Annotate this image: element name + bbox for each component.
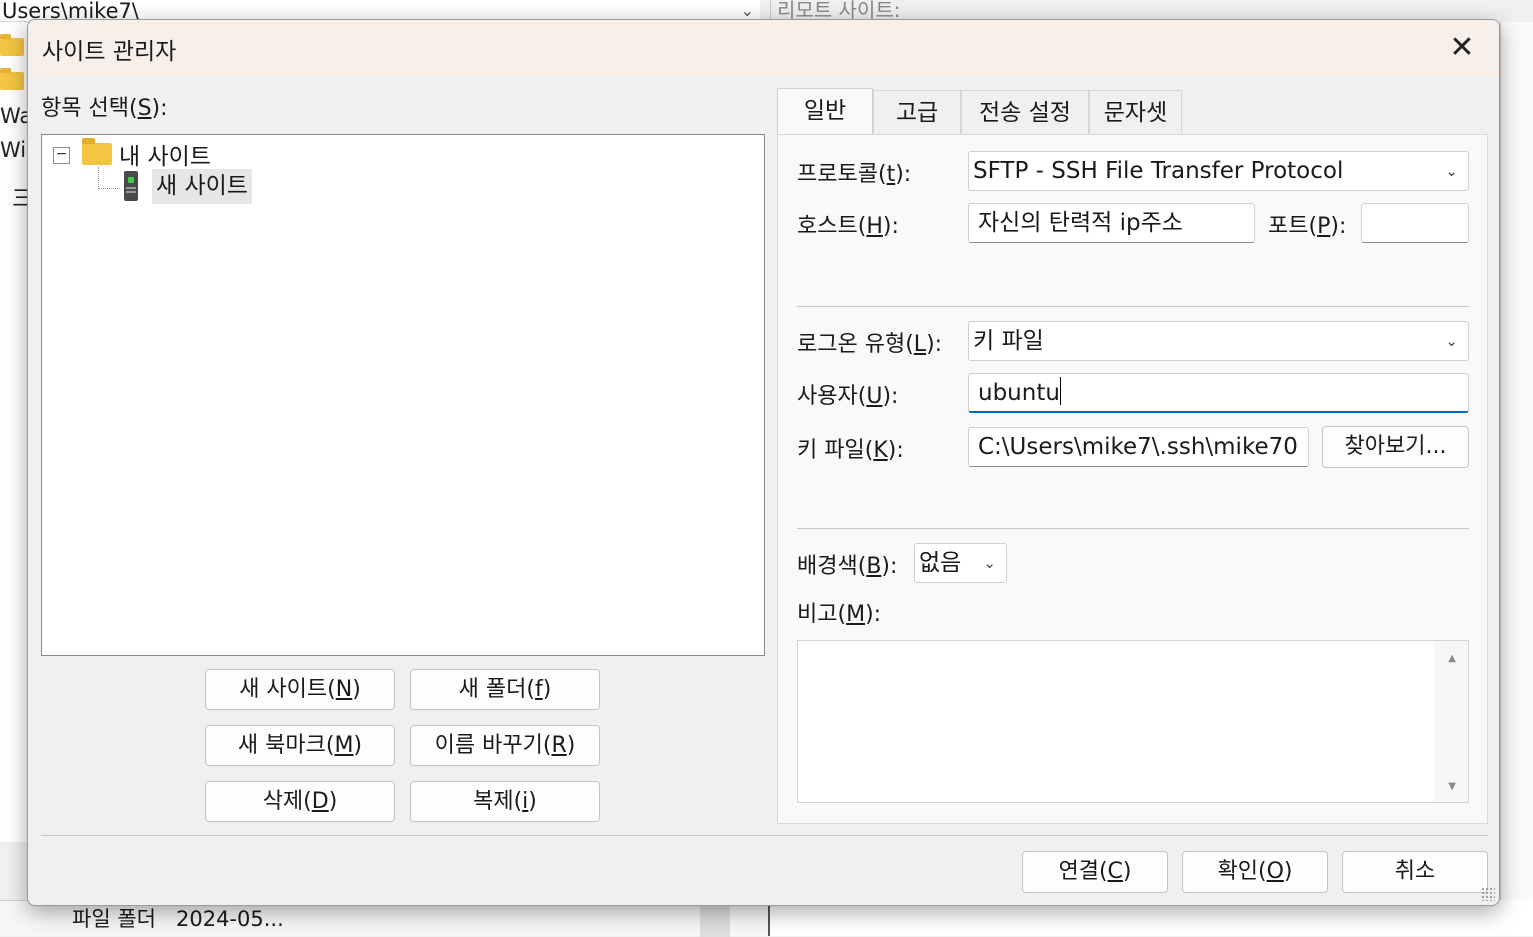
cancel-button[interactable]: 취소 bbox=[1342, 851, 1488, 893]
divider bbox=[41, 835, 1488, 836]
user-input[interactable]: ubuntu bbox=[968, 373, 1469, 413]
background-color-label: 배경색(B): bbox=[797, 554, 898, 579]
memo-scrollbar[interactable]: ▲ ▼ bbox=[1434, 641, 1468, 802]
rename-button[interactable]: 이름 바꾸기(R) bbox=[410, 725, 600, 766]
background-color-select[interactable]: 없음 ⌄ bbox=[914, 543, 1007, 583]
host-label: 호스트(H): bbox=[797, 214, 899, 239]
local-tree-strip: Wa Wi 三 bbox=[0, 22, 33, 842]
tree-line bbox=[98, 188, 120, 189]
new-bookmark-button[interactable]: 새 북마크(M) bbox=[205, 725, 395, 766]
close-icon[interactable]: ✕ bbox=[1439, 26, 1485, 70]
protocol-value: SFTP - SSH File Transfer Protocol bbox=[973, 158, 1344, 184]
browse-button[interactable]: 찾아보기... bbox=[1322, 426, 1469, 468]
file-row-text: 파일 폴더 2024-05... bbox=[72, 907, 284, 931]
remote-pane-strip bbox=[1500, 22, 1533, 900]
site-tree[interactable]: − 내 사이트 새 사이트 bbox=[41, 134, 765, 656]
select-entry-label: 항목 선택(S): bbox=[41, 96, 168, 121]
key-file-label: 키 파일(K): bbox=[797, 438, 904, 463]
scrollbar[interactable] bbox=[700, 901, 730, 937]
host-input[interactable]: 자신의 탄력적 ip주소 bbox=[968, 203, 1255, 243]
tab-general[interactable]: 일반 bbox=[777, 88, 873, 134]
background-color-value: 없음 bbox=[919, 550, 962, 576]
folder-icon bbox=[82, 138, 112, 165]
chevron-down-icon: ⌄ bbox=[1445, 162, 1458, 180]
delete-button[interactable]: 삭제(D) bbox=[205, 781, 395, 822]
connect-button[interactable]: 연결(C) bbox=[1022, 851, 1168, 893]
tree-item-my-sites[interactable]: 내 사이트 bbox=[119, 137, 211, 171]
scroll-up-icon[interactable]: ▲ bbox=[1448, 653, 1456, 664]
folder-icon bbox=[0, 34, 24, 56]
dialog-title: 사이트 관리자 bbox=[42, 39, 177, 65]
divider bbox=[797, 528, 1469, 529]
scroll-down-icon[interactable]: ▼ bbox=[1448, 781, 1456, 792]
site-manager-dialog: 사이트 관리자 ✕ 항목 선택(S): − 내 사이트 새 사이트 새 사이트(… bbox=[27, 19, 1500, 906]
logon-type-select[interactable]: 키 파일 ⌄ bbox=[968, 321, 1469, 361]
memo-label: 비고(M): bbox=[797, 602, 882, 627]
chevron-down-icon: ⌄ bbox=[1445, 332, 1458, 350]
new-site-button[interactable]: 새 사이트(N) bbox=[205, 669, 395, 710]
port-label: 포트(P): bbox=[1268, 214, 1347, 239]
duplicate-button[interactable]: 복제(i) bbox=[410, 781, 600, 822]
port-input[interactable] bbox=[1361, 203, 1469, 243]
tree-line bbox=[98, 167, 99, 189]
user-label: 사용자(U): bbox=[797, 384, 899, 409]
title-bar: 사이트 관리자 ✕ bbox=[28, 20, 1499, 76]
logon-type-value: 키 파일 bbox=[973, 328, 1044, 354]
key-file-input[interactable]: C:\Users\mike7\.ssh\mike70 bbox=[968, 427, 1309, 467]
server-icon bbox=[124, 171, 138, 201]
tab-advanced[interactable]: 고급 bbox=[873, 90, 961, 134]
collapse-icon[interactable]: − bbox=[53, 147, 70, 164]
resize-grip-icon[interactable] bbox=[1481, 887, 1495, 901]
ok-button[interactable]: 확인(O) bbox=[1182, 851, 1328, 893]
tree-fragment: Wi bbox=[0, 138, 27, 162]
new-folder-button[interactable]: 새 폴더(f) bbox=[410, 669, 600, 710]
tab-charset[interactable]: 문자셋 bbox=[1089, 90, 1182, 134]
logon-type-label: 로그온 유형(L): bbox=[797, 332, 943, 357]
memo-textarea[interactable]: ▲ ▼ bbox=[797, 640, 1469, 803]
protocol-select[interactable]: SFTP - SSH File Transfer Protocol ⌄ bbox=[968, 151, 1469, 191]
folder-icon bbox=[0, 68, 24, 90]
protocol-label: 프로토콜(t): bbox=[797, 162, 912, 187]
text-caret bbox=[1059, 377, 1061, 405]
divider bbox=[797, 306, 1469, 307]
tree-item-new-site[interactable]: 새 사이트 bbox=[152, 169, 252, 204]
chevron-down-icon: ⌄ bbox=[983, 554, 996, 572]
tab-transfer-settings[interactable]: 전송 설정 bbox=[961, 90, 1089, 134]
